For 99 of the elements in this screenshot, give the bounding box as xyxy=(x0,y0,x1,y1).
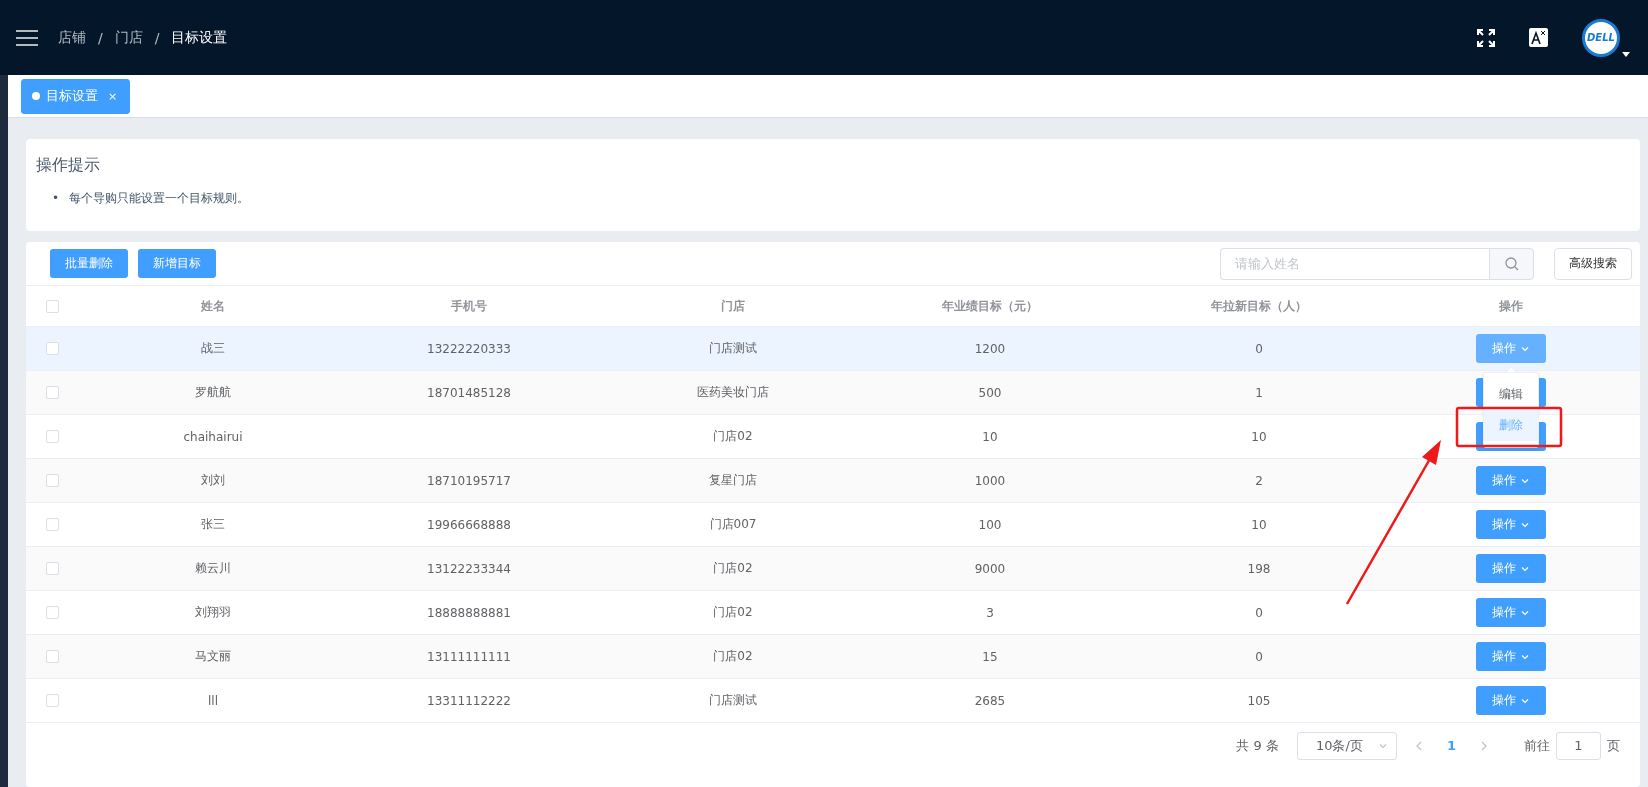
table-cell-text: 门店02 xyxy=(712,604,754,621)
bullet: • xyxy=(52,190,60,206)
breadcrumb-item[interactable]: 店铺 xyxy=(58,28,86,47)
table-cell-text: 门店测试 xyxy=(708,340,758,357)
advanced-search-button[interactable]: 高级搜索 xyxy=(1554,247,1632,280)
table-cell-text: 198 xyxy=(1246,561,1272,576)
goto-label: 前往 xyxy=(1524,736,1550,755)
column-header: 姓名 xyxy=(200,297,226,315)
table-cell-text: 门店02 xyxy=(712,648,754,665)
table-cell: 13222220333 xyxy=(427,341,511,356)
translate-icon[interactable] xyxy=(1529,28,1548,47)
checkbox[interactable] xyxy=(46,650,59,663)
table-cell-text: 2 xyxy=(1254,473,1264,488)
page-size-select[interactable]: 10条/页 xyxy=(1296,731,1397,760)
action-button[interactable]: 操作 xyxy=(1476,334,1546,363)
page-input[interactable]: 1 xyxy=(1556,731,1601,760)
table-cell-text: 9000 xyxy=(973,561,1007,576)
table-cell: 13311112222 xyxy=(427,693,511,708)
table-cell-text: 马文丽 xyxy=(194,648,232,665)
fullscreen-icon[interactable] xyxy=(1477,28,1495,47)
breadcrumb-item[interactable]: 门店 xyxy=(114,28,143,47)
search-icon[interactable] xyxy=(1504,256,1519,271)
table-cell: 13111111111 xyxy=(427,649,511,664)
action-button[interactable]: 操作 xyxy=(1476,598,1546,627)
search-field[interactable]: 请输入姓名 xyxy=(1220,247,1489,280)
table-cell-text: 0 xyxy=(1254,605,1264,620)
dot-icon xyxy=(32,92,40,100)
action-button[interactable]: 操作 xyxy=(1476,466,1546,495)
checkbox[interactable] xyxy=(46,386,59,399)
action-button[interactable]: 操作 xyxy=(1476,510,1546,539)
checkbox[interactable] xyxy=(46,342,59,355)
action-button[interactable]: 操作 xyxy=(1476,642,1546,671)
column-header: 年业绩目标（元） xyxy=(941,297,1039,315)
table-cell-text: lll xyxy=(207,693,219,708)
table-cell-text: 3 xyxy=(985,605,995,620)
action-button[interactable]: 操作 xyxy=(1476,686,1546,715)
breadcrumb-separator: / xyxy=(154,29,160,46)
table-cell-text: 500 xyxy=(977,385,1003,400)
menu-item[interactable]: 删除 xyxy=(1484,410,1538,441)
caret-icon[interactable] xyxy=(1622,51,1630,57)
checkbox[interactable] xyxy=(46,606,59,619)
table-cell-text: 刘刘 xyxy=(200,472,226,489)
table-cell-text: 张三 xyxy=(200,516,226,533)
breadcrumb-separator: / xyxy=(98,29,103,46)
table-cell: 18710195717 xyxy=(427,473,511,488)
table-cell-text: 100 xyxy=(977,517,1003,532)
table-cell-text: 0 xyxy=(1254,341,1264,356)
checkbox[interactable] xyxy=(46,299,59,313)
breadcrumb-item: 目标设置 xyxy=(171,28,228,47)
table-cell-text: 1000 xyxy=(973,473,1007,488)
page-number[interactable]: 1 xyxy=(1430,738,1472,753)
previous-page-icon[interactable] xyxy=(1414,740,1423,751)
table-cell: 19966668888 xyxy=(427,517,511,532)
table-cell-text: 战三 xyxy=(200,340,226,357)
column-header: 年拉新目标（人） xyxy=(1210,297,1308,315)
column-header: 门店 xyxy=(720,297,746,315)
action-button[interactable]: 操作 xyxy=(1476,554,1546,583)
table-cell-text: 门店测试 xyxy=(708,692,758,709)
menu-icon[interactable] xyxy=(16,29,38,46)
tab[interactable]: 目标设置 × xyxy=(21,78,131,114)
table-cell-text: 门店007 xyxy=(708,516,758,533)
table-cell-text: 10 xyxy=(981,429,999,444)
checkbox[interactable] xyxy=(46,562,59,575)
table-cell: 18888888881 xyxy=(427,605,511,620)
table-cell-text: 赖云川 xyxy=(194,560,232,577)
table-cell: 13122233344 xyxy=(427,561,511,576)
table-cell-text: 1200 xyxy=(973,341,1007,356)
avatar[interactable]: DELL xyxy=(1582,18,1620,57)
table-cell-text: 15 xyxy=(981,649,999,664)
table-cell-text: 10 xyxy=(1250,517,1268,532)
tip-title: 操作提示 xyxy=(36,155,101,176)
table-cell-text: 105 xyxy=(1246,693,1272,708)
column-header: 手机号 xyxy=(450,297,488,315)
checkbox[interactable] xyxy=(46,474,59,487)
table-cell-text: 10 xyxy=(1250,429,1268,444)
table-cell-text: 0 xyxy=(1254,649,1264,664)
table-cell-text: chaihairui xyxy=(182,429,244,444)
column-header: 操作 xyxy=(1498,297,1524,315)
table-cell-text: 复星门店 xyxy=(708,472,758,489)
table-cell-text: 刘翔羽 xyxy=(194,604,232,621)
menu-item[interactable]: 编辑 xyxy=(1484,379,1538,410)
checkbox[interactable] xyxy=(46,430,59,443)
table-cell: 18701485128 xyxy=(427,385,511,400)
toolbar-button[interactable]: 批量删除 xyxy=(50,249,128,278)
checkbox[interactable] xyxy=(46,518,59,531)
page-unit: 页 xyxy=(1607,736,1620,755)
tip-item: 每个导购只能设置一个目标规则。 xyxy=(69,190,250,206)
table-cell-text: 1 xyxy=(1254,385,1264,400)
toolbar-button[interactable]: 新增目标 xyxy=(138,249,216,278)
table-cell-text: 2685 xyxy=(973,693,1007,708)
checkbox[interactable] xyxy=(46,694,59,707)
table-cell-text: 门店02 xyxy=(712,428,754,445)
table-cell-text: 罗航航 xyxy=(194,384,232,401)
next-page-icon[interactable] xyxy=(1480,740,1488,751)
table-cell-text: 门店02 xyxy=(712,560,754,577)
table-cell-text: 医药美妆门店 xyxy=(696,384,770,401)
total-count: 共 9 条 xyxy=(1236,736,1279,755)
close-icon[interactable]: × xyxy=(108,89,118,103)
search-button[interactable] xyxy=(1489,247,1534,280)
